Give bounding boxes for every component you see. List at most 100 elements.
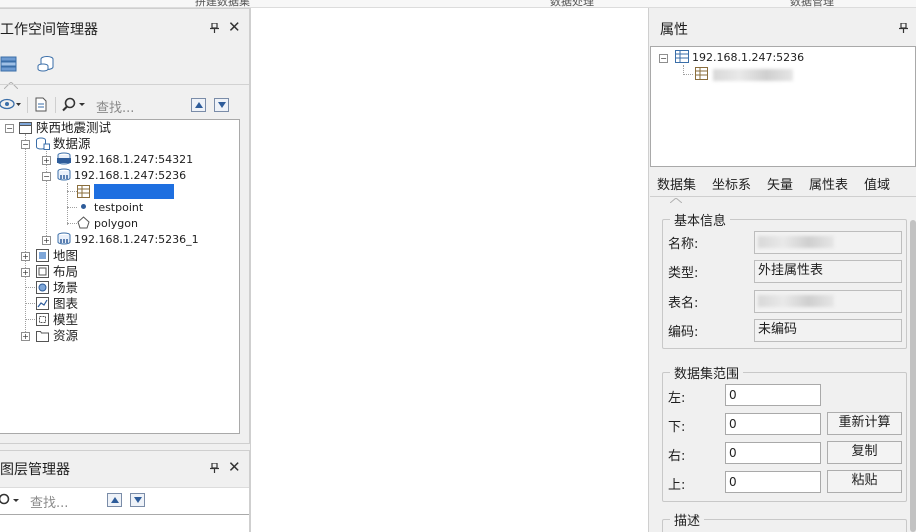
copy-button[interactable]: 复制	[827, 441, 902, 464]
properties-tree[interactable]: − 192.168.1.247:5236	[650, 46, 916, 167]
code-label: 编码:	[668, 325, 699, 340]
recalculate-button[interactable]: 重新计算	[827, 412, 902, 435]
right-label: 右:	[668, 449, 686, 464]
tree-node-testpoint[interactable]: testpoint	[77, 200, 143, 216]
tree-node-label: 192.168.1.247:5236	[692, 51, 805, 64]
right-bound-input[interactable]: 0	[725, 442, 821, 464]
tab-divider	[650, 196, 916, 197]
workspace-tree[interactable]: − 陕西地震测试 − 数据源 + 192.168.1.247:54321 − 1…	[0, 119, 240, 434]
active-tab-indicator	[669, 192, 683, 206]
collapse-toggle[interactable]: −	[42, 172, 51, 181]
toolbar-separator	[55, 97, 56, 113]
collapse-toggle[interactable]: −	[21, 140, 30, 149]
tree-node-label: 数据源	[53, 136, 91, 151]
workspace-search-input[interactable]: 查找...	[96, 97, 134, 116]
basic-info-title: 基本信息	[670, 210, 731, 229]
next-result-button[interactable]	[214, 98, 229, 112]
type-field[interactable]: 外挂属性表	[754, 260, 902, 283]
search-icon[interactable]	[62, 97, 86, 115]
database-stack-icon[interactable]	[36, 55, 56, 76]
expand-toggle[interactable]: +	[21, 252, 30, 261]
toolbar-separator	[27, 97, 28, 113]
tree-node-selected-dataset[interactable]	[77, 184, 174, 200]
expand-toggle[interactable]: +	[42, 156, 51, 165]
tab-domain[interactable]: 值域	[864, 174, 890, 193]
document-properties-icon[interactable]	[34, 97, 48, 115]
folder-icon	[36, 329, 49, 342]
pin-icon[interactable]	[210, 463, 219, 473]
tree-guide	[25, 319, 35, 320]
tree-node-scenes[interactable]: 场景	[36, 280, 78, 296]
pgsql-datasource-icon	[57, 152, 71, 165]
tree-guide	[25, 134, 26, 336]
tree-node-label: 192.168.1.247:54321	[74, 153, 194, 166]
collapse-toggle[interactable]: −	[659, 54, 668, 63]
expand-toggle[interactable]: +	[21, 268, 30, 277]
obscured-dataset-name	[713, 69, 793, 81]
polygon-dataset-icon	[77, 216, 90, 229]
workspace-tree-view-icon[interactable]	[0, 55, 18, 76]
layer-tree[interactable]	[0, 514, 249, 532]
tab-dataset[interactable]: 数据集	[657, 174, 696, 193]
expand-toggle[interactable]: +	[42, 236, 51, 245]
properties-tree-root[interactable]: 192.168.1.247:5236	[675, 50, 804, 66]
close-icon[interactable]: ✕	[228, 458, 241, 476]
tree-guide	[67, 223, 77, 224]
tab-coordinate-system[interactable]: 坐标系	[712, 174, 751, 193]
properties-tree-dataset[interactable]	[695, 66, 712, 82]
layer-manager-title: 图层管理器	[0, 462, 70, 478]
bottom-bound-input[interactable]: 0	[725, 413, 821, 435]
workspace-manager-title: 工作空间管理器	[0, 22, 98, 38]
left-label: 左:	[668, 391, 686, 406]
tree-node-models[interactable]: 模型	[36, 312, 78, 328]
point-dataset-icon	[77, 200, 90, 213]
tree-node-datasources[interactable]: 数据源	[36, 136, 91, 152]
next-result-button[interactable]	[130, 493, 145, 507]
attribute-table-icon	[77, 185, 90, 198]
map-icon	[36, 249, 49, 262]
paste-button[interactable]: 粘贴	[827, 470, 902, 493]
close-icon[interactable]: ✕	[228, 18, 241, 36]
tab-attribute-table[interactable]: 属性表	[809, 174, 848, 193]
expand-toggle[interactable]: +	[21, 332, 30, 341]
tree-node-label: 模型	[53, 312, 79, 327]
tree-node-datasource-3[interactable]: 192.168.1.247:5236_1	[57, 232, 199, 248]
collapse-toggle[interactable]: −	[5, 124, 14, 133]
tree-node-charts[interactable]: 图表	[36, 296, 78, 312]
tree-node-label: 布局	[53, 264, 79, 279]
search-icon[interactable]	[0, 493, 20, 511]
tree-guide	[67, 191, 77, 192]
top-label: 上:	[668, 478, 686, 493]
dataset-bounds-title: 数据集范围	[670, 363, 744, 382]
code-field[interactable]: 未编码	[754, 319, 902, 342]
divider	[0, 84, 249, 85]
tree-node-datasource-1[interactable]: 192.168.1.247:54321	[57, 152, 193, 168]
map-window-area[interactable]	[250, 8, 648, 532]
eye-view-icon[interactable]	[0, 98, 22, 113]
table-name-label: 表名:	[668, 296, 699, 311]
selected-dataset-label	[94, 184, 174, 199]
pin-icon[interactable]	[210, 23, 219, 33]
tree-node-resources[interactable]: 资源	[36, 328, 78, 344]
tree-guide	[67, 207, 77, 208]
previous-result-button[interactable]	[107, 493, 122, 507]
tree-node-polygon[interactable]: polygon	[77, 216, 138, 232]
tree-guide	[67, 183, 68, 225]
workspace-icon	[19, 121, 32, 134]
name-label: 名称:	[668, 237, 699, 252]
tree-node-maps[interactable]: 地图	[36, 248, 78, 264]
vertical-scrollbar[interactable]	[910, 220, 916, 532]
model-icon	[36, 313, 49, 326]
tree-node-datasource-2[interactable]: 192.168.1.247:5236	[57, 168, 186, 184]
tree-node-layouts[interactable]: 布局	[36, 264, 78, 280]
tree-node-label: 图表	[53, 296, 79, 311]
tab-vector[interactable]: 矢量	[767, 174, 793, 193]
tree-node-workspace[interactable]: 陕西地震测试	[19, 120, 111, 136]
pin-icon[interactable]	[899, 23, 908, 33]
tree-node-label: 陕西地震测试	[36, 120, 112, 135]
top-bound-input[interactable]: 0	[725, 471, 821, 493]
previous-result-button[interactable]	[191, 98, 206, 112]
top-ribbon-strip: 拼建数据集 数据处理 数据管理	[0, 0, 916, 8]
layer-search-input[interactable]: 查找...	[30, 492, 68, 511]
left-bound-input[interactable]: 0	[725, 384, 821, 406]
